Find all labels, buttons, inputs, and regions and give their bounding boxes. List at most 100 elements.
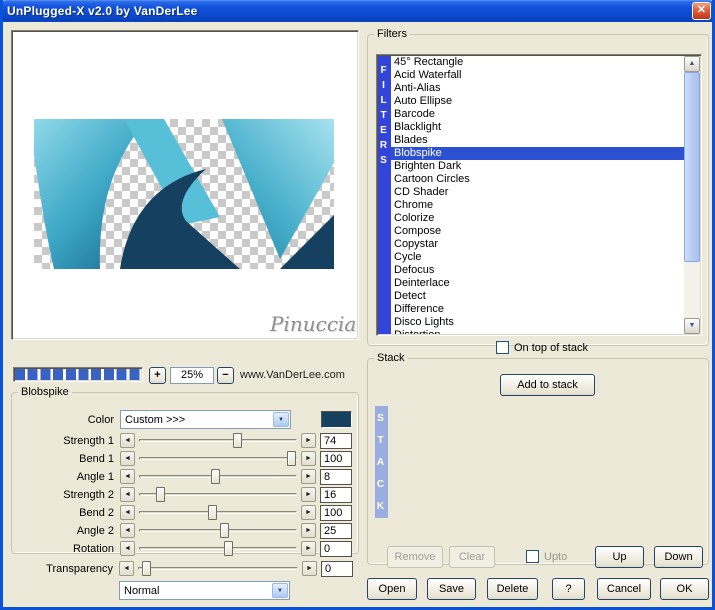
progress-fill: [15, 369, 141, 380]
left-arrow-icon: ◄: [124, 544, 131, 552]
filter-item[interactable]: Chrome: [391, 199, 684, 212]
filter-item[interactable]: Barcode: [391, 108, 684, 121]
color-label: Color: [87, 413, 114, 426]
slider-increment-button[interactable]: ►: [301, 469, 316, 484]
titlebar[interactable]: UnPlugged-X v2.0 by VanDerLee ✕: [3, 0, 712, 22]
slider-decrement-button[interactable]: ◄: [119, 561, 134, 576]
slider-track[interactable]: [136, 561, 300, 576]
stack-list[interactable]: [388, 406, 700, 518]
filters-listbox[interactable]: FILTERS 45° Rectangle Acid Waterfall Ant…: [376, 54, 702, 336]
filter-item[interactable]: Auto Ellipse: [391, 95, 684, 108]
slider-increment-button[interactable]: ►: [301, 523, 316, 538]
slider-track[interactable]: [137, 505, 299, 520]
slider-track[interactable]: [137, 469, 299, 484]
left-arrow-icon: ◄: [124, 490, 131, 498]
up-button[interactable]: Up: [595, 546, 644, 568]
delete-button[interactable]: Delete: [487, 578, 538, 600]
chevron-down-icon[interactable]: ▼: [273, 412, 289, 427]
scroll-down-button[interactable]: ▼: [684, 318, 700, 334]
slider-increment-button[interactable]: ►: [301, 487, 316, 502]
slider-value-input[interactable]: [320, 504, 352, 521]
blend-mode-dropdown[interactable]: Normal ▼: [119, 581, 290, 600]
slider-increment-button[interactable]: ►: [301, 451, 316, 466]
slider-decrement-button[interactable]: ◄: [120, 541, 135, 556]
slider-label: Transparency: [46, 562, 113, 575]
slider-thumb[interactable]: [210, 469, 220, 484]
scrollbar-thumb[interactable]: [684, 72, 700, 262]
chevron-down-icon[interactable]: ▼: [272, 583, 288, 598]
close-button[interactable]: ✕: [692, 2, 711, 20]
remove-button[interactable]: Remove: [387, 546, 443, 568]
filter-item[interactable]: Compose: [391, 225, 684, 238]
checkbox-box[interactable]: [526, 550, 539, 563]
slider-decrement-button[interactable]: ◄: [120, 433, 135, 448]
scroll-up-button[interactable]: ▲: [684, 56, 700, 72]
slider-thumb[interactable]: [286, 451, 296, 466]
slider-value-input[interactable]: [321, 560, 353, 577]
slider-value-input[interactable]: [320, 522, 352, 539]
slider-value-input[interactable]: [320, 486, 352, 503]
filter-item[interactable]: Cartoon Circles: [391, 173, 684, 186]
filter-item[interactable]: Colorize: [391, 212, 684, 225]
filter-item-selected[interactable]: Blobspike: [391, 147, 684, 160]
slider-value-input[interactable]: [320, 468, 352, 485]
filter-item[interactable]: CD Shader: [391, 186, 684, 199]
filter-item[interactable]: Detect: [391, 290, 684, 303]
filter-item[interactable]: Copystar: [391, 238, 684, 251]
upto-checkbox[interactable]: Upto: [526, 550, 567, 563]
slider-increment-button[interactable]: ►: [301, 505, 316, 520]
slider-thumb[interactable]: [155, 487, 165, 502]
slider-increment-button[interactable]: ►: [302, 561, 317, 576]
preview-panel[interactable]: Pinuccia: [11, 30, 359, 340]
slider-increment-button[interactable]: ►: [301, 541, 316, 556]
filter-settings-title: Blobspike: [21, 386, 69, 398]
slider-track[interactable]: [137, 541, 299, 556]
filters-scrollbar[interactable]: ▲ ▼: [684, 56, 700, 334]
slider-track[interactable]: [137, 433, 299, 448]
slider-decrement-button[interactable]: ◄: [120, 523, 135, 538]
slider-row: Bend 1 ◄ ►: [18, 450, 352, 467]
slider-groove: [139, 547, 297, 550]
slider-thumb[interactable]: [223, 541, 233, 556]
cancel-button[interactable]: Cancel: [597, 578, 651, 600]
save-button[interactable]: Save: [427, 578, 476, 600]
filter-item[interactable]: Defocus: [391, 264, 684, 277]
filter-item[interactable]: Blades: [391, 134, 684, 147]
slider-row: Bend 2 ◄ ►: [18, 504, 352, 521]
slider-track[interactable]: [137, 487, 299, 502]
slider-thumb[interactable]: [220, 523, 230, 538]
slider-decrement-button[interactable]: ◄: [120, 505, 135, 520]
color-mode-dropdown[interactable]: Custom >>> ▼: [120, 410, 291, 429]
clear-button[interactable]: Clear: [449, 546, 495, 568]
zoom-out-button[interactable]: −: [217, 367, 234, 384]
slider-increment-button[interactable]: ►: [301, 433, 316, 448]
slider-track[interactable]: [137, 451, 299, 466]
zoom-in-button[interactable]: +: [149, 367, 166, 384]
filter-item[interactable]: Distortion: [391, 329, 684, 334]
slider-value-input[interactable]: [320, 540, 352, 557]
add-to-stack-button[interactable]: Add to stack: [500, 374, 595, 396]
down-button[interactable]: Down: [654, 546, 703, 568]
filter-item[interactable]: Difference: [391, 303, 684, 316]
filter-item[interactable]: Brighten Dark: [391, 160, 684, 173]
open-button[interactable]: Open: [367, 578, 417, 600]
filter-item[interactable]: Deinterlace: [391, 277, 684, 290]
filter-item[interactable]: 45° Rectangle: [391, 56, 684, 69]
slider-value-input[interactable]: [320, 432, 352, 449]
slider-value-input[interactable]: [320, 450, 352, 467]
slider-thumb[interactable]: [233, 433, 243, 448]
slider-track[interactable]: [137, 523, 299, 538]
slider-decrement-button[interactable]: ◄: [120, 451, 135, 466]
ok-button[interactable]: OK: [660, 578, 709, 600]
slider-decrement-button[interactable]: ◄: [120, 487, 135, 502]
help-button[interactable]: ?: [552, 578, 585, 600]
filter-item[interactable]: Cycle: [391, 251, 684, 264]
color-swatch[interactable]: [321, 411, 352, 428]
slider-decrement-button[interactable]: ◄: [120, 469, 135, 484]
slider-thumb[interactable]: [141, 561, 151, 576]
filter-item[interactable]: Blacklight: [391, 121, 684, 134]
slider-thumb[interactable]: [207, 505, 217, 520]
filter-item[interactable]: Disco Lights: [391, 316, 684, 329]
filter-item[interactable]: Acid Waterfall: [391, 69, 684, 82]
filter-item[interactable]: Anti-Alias: [391, 82, 684, 95]
